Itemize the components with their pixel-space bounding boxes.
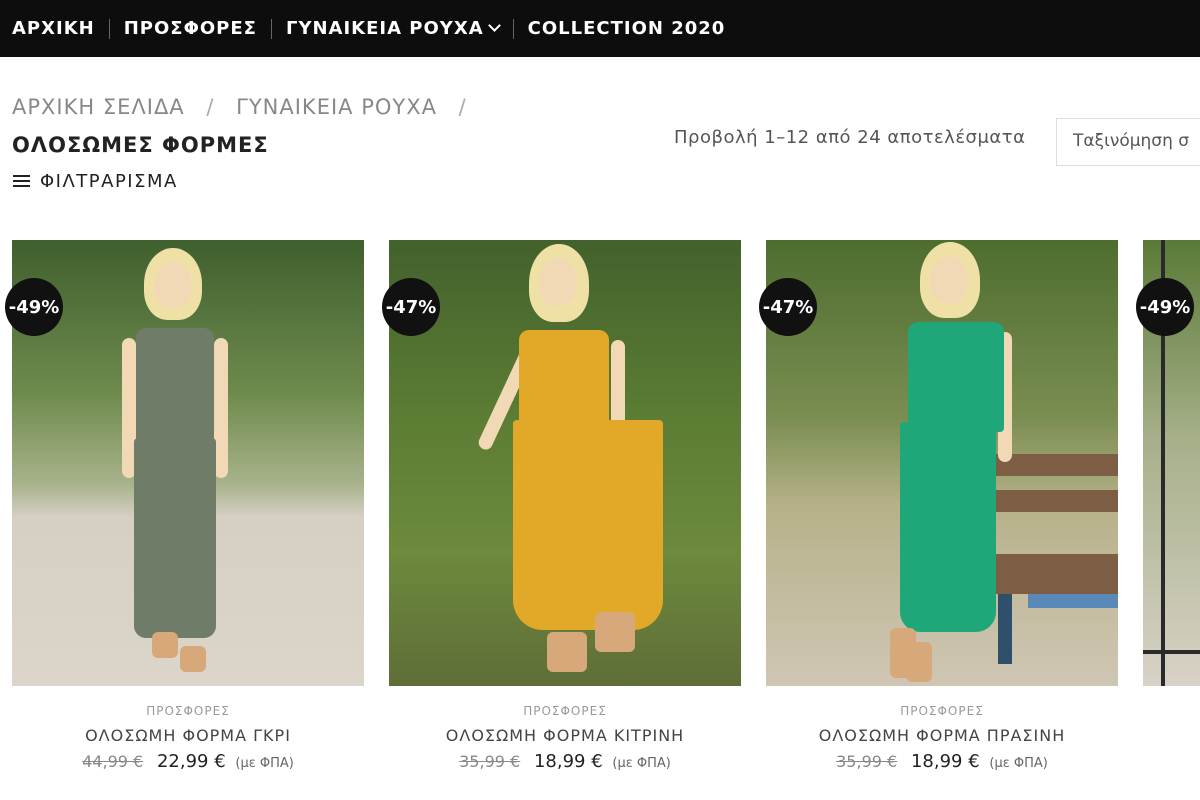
nav-home[interactable]: ΑΡΧΙΚΗ	[0, 0, 109, 57]
vat-note: (με ΦΠΑ)	[612, 756, 671, 771]
discount-badge: -49%	[1136, 278, 1194, 336]
menu-icon	[13, 175, 30, 188]
current-price: 18,99 €	[533, 751, 603, 772]
product-name[interactable]: ΟΛΟΣΩΜΗ ΦΟΡΜΑ ΓΚΡΙ	[12, 726, 364, 745]
filter-label: ΦΙΛΤΡΑΡΙΣΜΑ	[40, 171, 178, 192]
vat-note: (με ΦΠΑ)	[235, 756, 294, 771]
product-price: 44,99 € 22,99 € (με ΦΠΑ)	[12, 751, 364, 772]
breadcrumb-separator: /	[206, 95, 215, 119]
discount-badge: -47%	[759, 278, 817, 336]
product-image[interactable]	[389, 240, 741, 686]
product-image[interactable]	[766, 240, 1118, 686]
discount-badge: -47%	[382, 278, 440, 336]
vat-note: (με ΦΠΑ)	[989, 756, 1048, 771]
breadcrumb-separator: /	[458, 95, 467, 119]
product-card: -47% ΠΡΟΣΦΟΡΕΣ ΟΛΟΣΩΜΗ ΦΟΡΜΑ ΚΙΤΡΙΝΗ 35,…	[382, 240, 741, 772]
product-category[interactable]: ΠΡΟΣΦΟΡΕΣ	[12, 704, 364, 718]
nav-womens-clothing[interactable]: ΓΥΝΑΙΚΕΙΑ ΡΟΥΧΑ	[272, 0, 513, 57]
product-image[interactable]	[12, 240, 364, 686]
breadcrumb-home[interactable]: ΑΡΧΙΚΗ ΣΕΛΙΔΑ	[12, 95, 185, 119]
product-card: -49% ΠΡΟΣΦΟΡΕΣ ΟΛΟΣΩΜΗ ΦΟΡΜΑ ΓΚΡΙ 44,99 …	[5, 240, 364, 772]
product-price: 35,99 € 18,99 € (με ΦΠΑ)	[389, 751, 741, 772]
product-card: -49%	[1136, 240, 1200, 686]
breadcrumb-category[interactable]: ΓΥΝΑΙΚΕΙΑ ΡΟΥΧΑ	[236, 95, 437, 119]
results-count: Προβολή 1–12 από 24 αποτελέσματα	[674, 127, 1026, 148]
filter-button[interactable]: ΦΙΛΤΡΑΡΙΣΜΑ	[13, 171, 178, 192]
nav-collection-2020[interactable]: COLLECTION 2020	[514, 0, 740, 57]
top-navigation: ΑΡΧΙΚΗ ΠΡΟΣΦΟΡΕΣ ΓΥΝΑΙΚΕΙΑ ΡΟΥΧΑ COLLECT…	[0, 0, 1200, 57]
old-price: 44,99 €	[82, 752, 144, 771]
product-price: 35,99 € 18,99 € (με ΦΠΑ)	[766, 751, 1118, 772]
product-card: -47% ΠΡΟΣΦΟΡΕΣ ΟΛΟΣΩΜΗ ΦΟΡΜΑ ΠΡΑΣΙΝΗ 35,…	[759, 240, 1118, 772]
nav-offers[interactable]: ΠΡΟΣΦΟΡΕΣ	[110, 0, 271, 57]
old-price: 35,99 €	[836, 752, 898, 771]
breadcrumb: ΑΡΧΙΚΗ ΣΕΛΙΔΑ / ΓΥΝΑΙΚΕΙΑ ΡΟΥΧΑ / ΟΛΟΣΩΜ…	[12, 88, 602, 164]
product-name[interactable]: ΟΛΟΣΩΜΗ ΦΟΡΜΑ ΠΡΑΣΙΝΗ	[766, 726, 1118, 745]
sort-select[interactable]: Ταξινόμηση σ	[1056, 118, 1200, 166]
current-price: 22,99 €	[156, 751, 226, 772]
old-price: 35,99 €	[459, 752, 521, 771]
product-category[interactable]: ΠΡΟΣΦΟΡΕΣ	[389, 704, 741, 718]
chevron-down-icon	[487, 19, 501, 32]
current-price: 18,99 €	[910, 751, 980, 772]
product-name[interactable]: ΟΛΟΣΩΜΗ ΦΟΡΜΑ ΚΙΤΡΙΝΗ	[389, 726, 741, 745]
nav-womens-clothing-label: ΓΥΝΑΙΚΕΙΑ ΡΟΥΧΑ	[285, 18, 484, 39]
breadcrumb-current: ΟΛΟΣΩΜΕΣ ΦΟΡΜΕΣ	[12, 133, 269, 157]
discount-badge: -49%	[5, 278, 63, 336]
product-category[interactable]: ΠΡΟΣΦΟΡΕΣ	[766, 704, 1118, 718]
